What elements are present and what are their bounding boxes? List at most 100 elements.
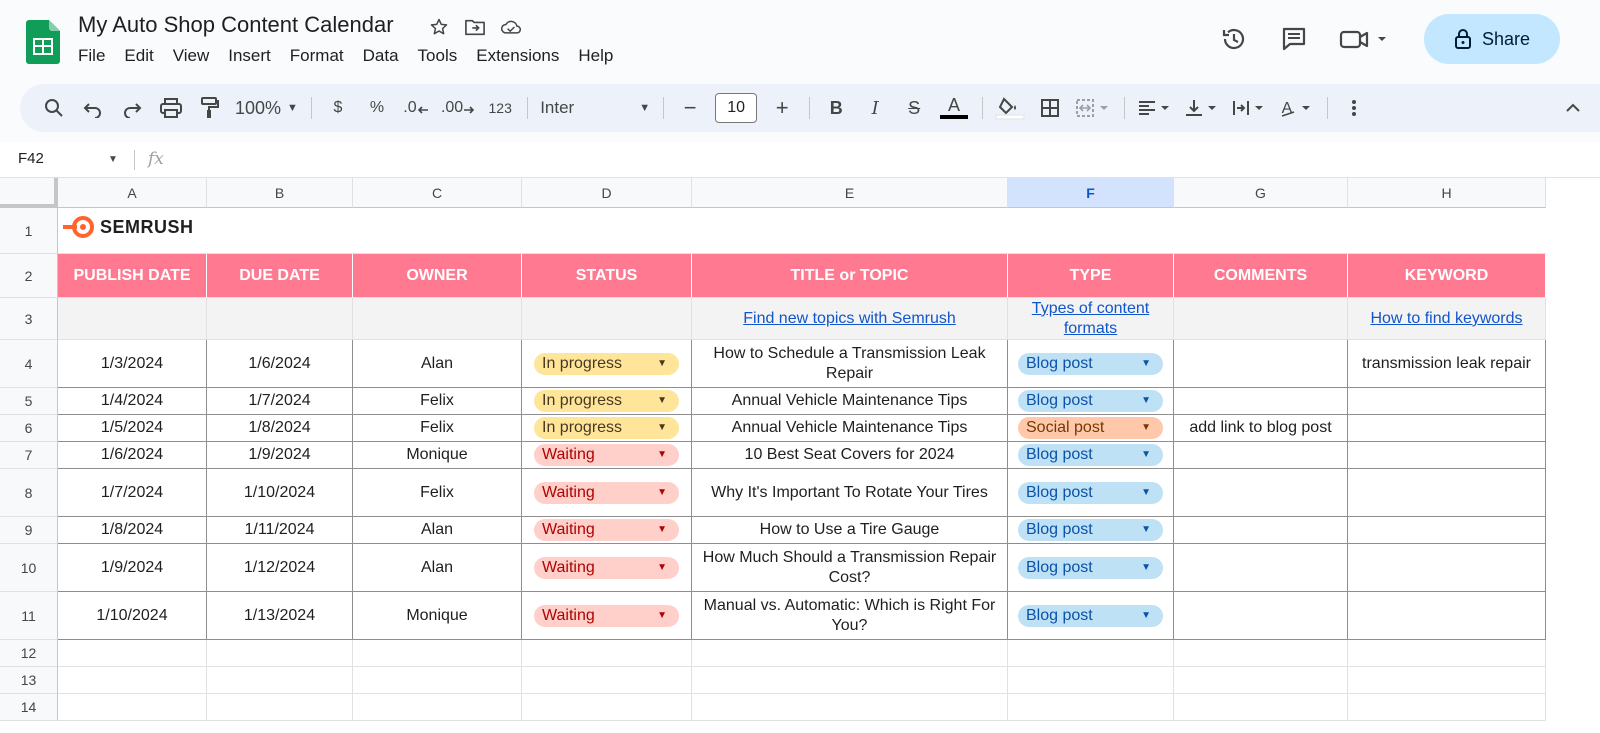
cell[interactable]: 1/7/2024: [58, 469, 207, 517]
more-formats-button[interactable]: 123: [486, 92, 514, 124]
cell[interactable]: [522, 694, 692, 721]
collapse-menu-icon[interactable]: [1559, 92, 1587, 124]
text-wrapping-icon[interactable]: [1231, 92, 1267, 124]
cell[interactable]: Manual vs. Automatic: Which is Right For…: [692, 592, 1008, 640]
menu-format[interactable]: Format: [290, 46, 344, 66]
menu-tools[interactable]: Tools: [418, 46, 458, 66]
status-dropdown-chip[interactable]: In progress ▼: [534, 417, 679, 439]
row-header-6[interactable]: 6: [0, 415, 58, 442]
cell[interactable]: [58, 667, 207, 694]
search-menus-icon[interactable]: [40, 92, 68, 124]
cell[interactable]: 1/7/2024: [207, 388, 353, 415]
cell[interactable]: Felix: [353, 415, 522, 442]
cell[interactable]: [353, 298, 522, 340]
cell[interactable]: [1348, 544, 1546, 592]
cell[interactable]: transmission leak repair: [1348, 340, 1546, 388]
row-header-7[interactable]: 7: [0, 442, 58, 469]
cell[interactable]: [1348, 694, 1546, 721]
select-all-corner[interactable]: [0, 178, 58, 208]
cell[interactable]: Monique: [353, 592, 522, 640]
cell[interactable]: Blog post ▼: [1008, 544, 1174, 592]
text-rotation-icon[interactable]: A: [1278, 92, 1314, 124]
cell[interactable]: [207, 298, 353, 340]
cell[interactable]: [1174, 667, 1348, 694]
font-size-decrease-button[interactable]: −: [676, 92, 704, 124]
cell[interactable]: How to Schedule a Transmission Leak Repa…: [692, 340, 1008, 388]
column-title-cell[interactable]: TYPE: [1008, 254, 1174, 298]
cell[interactable]: 1/6/2024: [58, 442, 207, 469]
status-dropdown-chip[interactable]: Waiting ▼: [534, 481, 679, 504]
cell[interactable]: [353, 667, 522, 694]
document-title[interactable]: My Auto Shop Content Calendar: [78, 12, 394, 38]
cell[interactable]: 1/9/2024: [207, 442, 353, 469]
type-dropdown-chip[interactable]: Social post ▼: [1018, 417, 1163, 439]
cell[interactable]: [207, 694, 353, 721]
menu-help[interactable]: Help: [578, 46, 613, 66]
cell[interactable]: In progress ▼: [522, 388, 692, 415]
cell[interactable]: Alan: [353, 517, 522, 544]
cell[interactable]: [1174, 442, 1348, 469]
percent-format-button[interactable]: %: [363, 92, 391, 124]
cell[interactable]: Felix: [353, 469, 522, 517]
find-keywords-link[interactable]: How to find keywords: [1370, 309, 1522, 329]
column-title-cell[interactable]: OWNER: [353, 254, 522, 298]
cell[interactable]: [692, 694, 1008, 721]
cell[interactable]: [207, 640, 353, 667]
type-dropdown-chip[interactable]: Blog post ▼: [1018, 519, 1163, 541]
comments-icon[interactable]: [1278, 23, 1310, 55]
brand-cell[interactable]: SEMRUSH: [58, 208, 1546, 254]
font-size-increase-button[interactable]: +: [768, 92, 796, 124]
cell[interactable]: [1008, 694, 1174, 721]
font-size-input[interactable]: 10: [715, 93, 758, 123]
type-dropdown-chip[interactable]: Blog post ▼: [1018, 604, 1163, 627]
cell[interactable]: [1174, 388, 1348, 415]
bold-button[interactable]: B: [822, 92, 850, 124]
cell[interactable]: [1008, 640, 1174, 667]
row-header-10[interactable]: 10: [0, 544, 58, 592]
column-header-c[interactable]: C: [353, 178, 522, 208]
cell[interactable]: [353, 694, 522, 721]
cell[interactable]: [1348, 592, 1546, 640]
horizontal-align-icon[interactable]: [1137, 92, 1173, 124]
cell[interactable]: [1348, 442, 1546, 469]
cell[interactable]: [1174, 340, 1348, 388]
cell[interactable]: How to find keywords: [1348, 298, 1546, 340]
text-color-button[interactable]: A: [939, 92, 969, 124]
cell[interactable]: [1174, 640, 1348, 667]
cell[interactable]: 1/3/2024: [58, 340, 207, 388]
cell[interactable]: Blog post ▼: [1008, 517, 1174, 544]
cell[interactable]: Alan: [353, 340, 522, 388]
type-dropdown-chip[interactable]: Blog post ▼: [1018, 352, 1163, 375]
strikethrough-button[interactable]: S: [900, 92, 928, 124]
cell[interactable]: [522, 667, 692, 694]
cell[interactable]: Felix: [353, 388, 522, 415]
status-dropdown-chip[interactable]: Waiting ▼: [534, 444, 679, 466]
cell[interactable]: Types of content formats: [1008, 298, 1174, 340]
spreadsheet-grid[interactable]: A B C D E F G H 1 2 3 4 5 6 7 8 9 10 11 12 13 14 PUBLISH DATE D…: [0, 178, 1600, 733]
print-icon[interactable]: [157, 92, 185, 124]
type-dropdown-chip[interactable]: Blog post ▼: [1018, 556, 1163, 579]
cell[interactable]: 1/12/2024: [207, 544, 353, 592]
column-header-f[interactable]: F: [1008, 178, 1174, 208]
menu-insert[interactable]: Insert: [228, 46, 271, 66]
status-dropdown-chip[interactable]: In progress ▼: [534, 390, 679, 412]
cell[interactable]: 1/13/2024: [207, 592, 353, 640]
find-topics-link[interactable]: Find new topics with Semrush: [743, 309, 956, 329]
cell[interactable]: In progress ▼: [522, 340, 692, 388]
row-header-14[interactable]: 14: [0, 694, 58, 721]
cell[interactable]: [1348, 469, 1546, 517]
column-header-d[interactable]: D: [522, 178, 692, 208]
menu-file[interactable]: File: [78, 46, 105, 66]
menu-extensions[interactable]: Extensions: [476, 46, 559, 66]
redo-icon[interactable]: [118, 92, 146, 124]
menu-edit[interactable]: Edit: [124, 46, 153, 66]
cell[interactable]: Waiting ▼: [522, 544, 692, 592]
cell[interactable]: [1174, 517, 1348, 544]
column-header-g[interactable]: G: [1174, 178, 1348, 208]
decrease-decimal-button[interactable]: .0: [402, 92, 430, 124]
cell[interactable]: Blog post ▼: [1008, 388, 1174, 415]
cell[interactable]: How Much Should a Transmission Repair Co…: [692, 544, 1008, 592]
cell[interactable]: 10 Best Seat Covers for 2024: [692, 442, 1008, 469]
cell[interactable]: [1348, 517, 1546, 544]
cell[interactable]: 1/10/2024: [58, 592, 207, 640]
